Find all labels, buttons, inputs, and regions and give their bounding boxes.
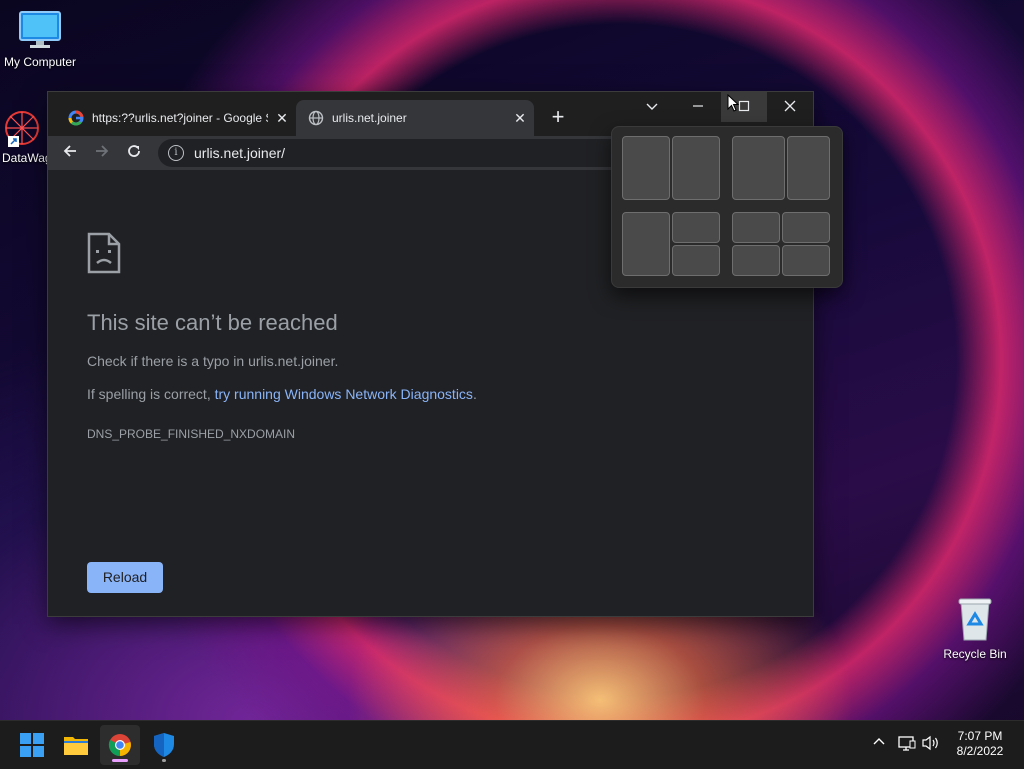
- recycle-bin-icon: [958, 598, 992, 641]
- reload-page-button[interactable]: Reload: [87, 562, 163, 593]
- tab-title: https:??urlis.net?joiner - Google S: [92, 111, 268, 125]
- desktop-icon-label: My Computer: [3, 55, 77, 69]
- google-icon: [68, 110, 84, 126]
- tab-close-icon[interactable]: ✕: [506, 110, 534, 127]
- snap-layouts-flyout: [611, 126, 843, 288]
- tab-close-icon[interactable]: ✕: [268, 110, 296, 127]
- desktop-icon-recycle-bin[interactable]: Recycle Bin: [935, 596, 1015, 661]
- security-button[interactable]: [144, 725, 184, 765]
- globe-icon: [308, 110, 324, 126]
- snap-zone-left-column[interactable]: [622, 212, 670, 276]
- datawag-icon: [5, 111, 39, 147]
- site-info-icon[interactable]: i: [168, 145, 184, 161]
- tab-urlis[interactable]: urlis.net.joiner ✕: [296, 100, 534, 136]
- address-bar-url[interactable]: urlis.net.joiner/: [194, 145, 285, 161]
- forward-button[interactable]: [90, 141, 114, 165]
- desktop-icon-my-computer[interactable]: My Computer: [0, 10, 80, 69]
- show-hidden-icons-chevron-icon[interactable]: [872, 735, 886, 752]
- start-button[interactable]: [12, 725, 52, 765]
- desktop-icon-label: Recycle Bin: [943, 647, 1007, 661]
- file-explorer-button[interactable]: [56, 725, 96, 765]
- taskbar-clock[interactable]: 7:07 PM 8/2/2022: [940, 729, 1020, 759]
- reload-button[interactable]: [122, 141, 146, 165]
- clock-date: 8/2/2022: [956, 744, 1004, 758]
- tab-title: urlis.net.joiner: [332, 111, 407, 125]
- diagnostics-suffix: .: [472, 386, 477, 402]
- error-title: This site can’t be reached: [87, 310, 338, 335]
- snap-zone-narrow-right[interactable]: [787, 136, 830, 200]
- network-icon[interactable]: [898, 735, 916, 754]
- clock-time: 7:07 PM: [957, 729, 1003, 743]
- shield-icon: [154, 733, 174, 757]
- error-typo-hint: Check if there is a typo in urlis.net.jo…: [87, 353, 339, 369]
- snap-zone-quad-top-left[interactable]: [732, 212, 780, 243]
- chrome-button[interactable]: [100, 725, 140, 765]
- snap-zone-quad-top-right[interactable]: [782, 212, 830, 243]
- folder-icon: [64, 737, 88, 755]
- snap-zone-quad-bottom-right[interactable]: [782, 245, 830, 276]
- volume-icon[interactable]: [922, 735, 940, 754]
- new-tab-button[interactable]: +: [546, 106, 570, 130]
- close-window-button[interactable]: [767, 92, 813, 122]
- monitor-icon: [19, 11, 61, 48]
- taskbar: [0, 720, 1024, 769]
- running-indicator: [112, 759, 128, 762]
- back-arrow-icon: [63, 145, 76, 157]
- windows-logo-icon: [20, 733, 44, 757]
- running-indicator: [162, 759, 166, 762]
- snap-zone-top-right[interactable]: [672, 212, 720, 243]
- mouse-cursor-icon: [727, 94, 739, 112]
- minimize-button[interactable]: [675, 92, 721, 122]
- sad-page-icon: [87, 232, 121, 274]
- tab-search-chevron-icon[interactable]: [629, 92, 675, 122]
- error-code: DNS_PROBE_FINISHED_NXDOMAIN: [87, 427, 296, 441]
- snap-zone-quad-bottom-left[interactable]: [732, 245, 780, 276]
- snap-zone-wide-left[interactable]: [732, 136, 785, 200]
- network-diagnostics-link[interactable]: try running Windows Network Diagnostics: [215, 386, 473, 402]
- reload-icon: [128, 145, 140, 157]
- snap-zone-half-left[interactable]: [622, 136, 670, 200]
- chrome-icon: [108, 734, 131, 757]
- snap-zone-bottom-right[interactable]: [672, 245, 720, 276]
- tab-google-search[interactable]: https:??urlis.net?joiner - Google S ✕: [56, 100, 296, 136]
- diagnostics-prefix: If spelling is correct,: [87, 386, 215, 402]
- snap-zone-half-right[interactable]: [672, 136, 720, 200]
- forward-arrow-icon: [96, 145, 109, 157]
- back-button[interactable]: [58, 141, 82, 165]
- error-diagnostics-hint: If spelling is correct, try running Wind…: [87, 386, 477, 402]
